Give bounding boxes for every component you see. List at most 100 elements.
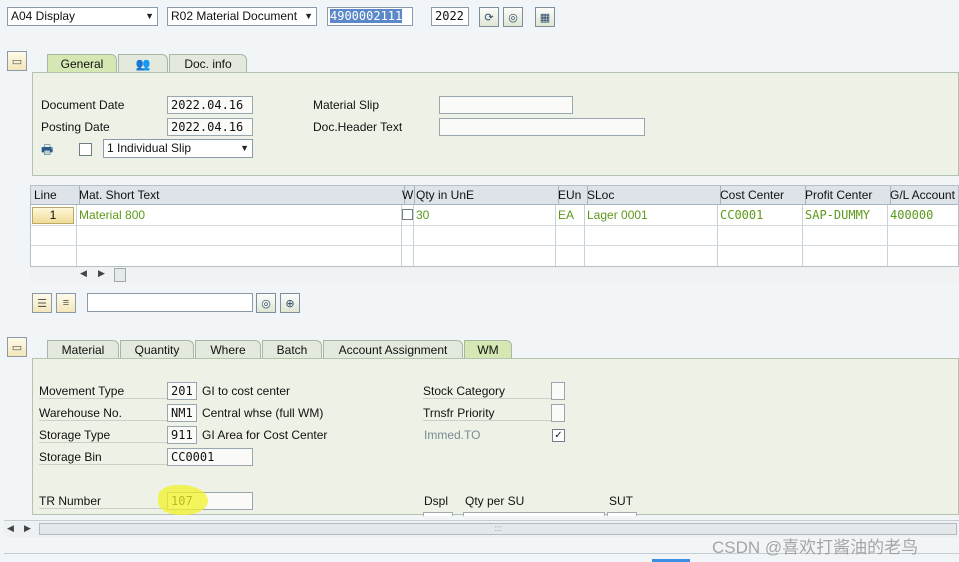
col-gl-account[interactable]: G/L Account: [887, 186, 959, 205]
tab-quantity-label: Quantity: [134, 343, 180, 357]
collapse-header-button[interactable]: ▭: [7, 51, 27, 71]
movement-type-value: 201: [171, 384, 193, 398]
col-cost-center[interactable]: Cost Center: [717, 186, 806, 205]
warehouse-no-value: NM1: [171, 406, 193, 420]
cell-w-checkbox[interactable]: [402, 209, 413, 220]
col-profit-center[interactable]: Profit Center: [802, 186, 891, 205]
scroll-right-icon[interactable]: ▶: [24, 523, 31, 534]
slip-type-dropdown[interactable]: 1 Individual Slip ▼: [103, 139, 253, 158]
grid-hscroll[interactable]: ◀ ▶: [30, 267, 959, 284]
tab-batch[interactable]: Batch: [262, 340, 322, 358]
tab-where[interactable]: Where: [195, 340, 261, 358]
movement-type-desc: GI to cost center: [202, 384, 291, 398]
tab-wm-label: WM: [477, 343, 499, 357]
tab-wm[interactable]: WM: [464, 340, 512, 358]
doc-header-text-field[interactable]: [439, 118, 645, 136]
document-date-value: 2022.04.16: [171, 98, 244, 112]
select-all-button[interactable]: ☰: [32, 293, 52, 313]
sut-label: SUT: [609, 494, 633, 508]
scroll-left-icon[interactable]: ◀: [80, 268, 87, 279]
transfer-priority-field[interactable]: [551, 404, 565, 422]
document-number-value: 4900002111: [330, 9, 403, 23]
sut-field[interactable]: [607, 512, 637, 516]
doc-header-text-label: Doc.Header Text: [313, 120, 403, 134]
collapse-item-button[interactable]: ▭: [7, 337, 27, 357]
execute-button[interactable]: ⟳: [479, 7, 499, 27]
qty-per-su-field[interactable]: [463, 512, 605, 516]
cell-sloc[interactable]: Lager 0001: [584, 206, 720, 225]
tab-general[interactable]: General: [47, 54, 117, 72]
slip-type-value: 1 Individual Slip: [107, 141, 192, 155]
cell-eun[interactable]: EA: [555, 206, 587, 225]
scroll-left-icon[interactable]: ◀: [7, 523, 14, 534]
action-dropdown[interactable]: A04 Display ▼: [7, 7, 158, 26]
warehouse-no-label: Warehouse No.: [39, 406, 167, 421]
find-button[interactable]: ◎: [503, 7, 523, 27]
col-sloc[interactable]: SLoc: [584, 186, 721, 205]
tr-number-label: TR Number: [39, 494, 167, 509]
scroll-thumb[interactable]: [114, 268, 126, 282]
qty-per-su-label: Qty per SU: [465, 494, 525, 508]
people-icon: 👥: [135, 57, 151, 71]
storage-bin-field[interactable]: CC0001: [167, 448, 253, 466]
storage-type-field[interactable]: 911: [167, 426, 197, 444]
grid-icon: ▦: [539, 11, 551, 24]
execute-icon: ⟳: [484, 11, 494, 24]
storage-bin-label: Storage Bin: [39, 450, 167, 465]
tab-account-assignment[interactable]: Account Assignment: [323, 340, 463, 358]
tab-material[interactable]: Material: [47, 340, 119, 358]
posting-date-field[interactable]: 2022.04.16: [167, 118, 253, 136]
col-qty[interactable]: Qty in UnE: [413, 186, 559, 205]
grid-header: Line Mat. Short Text W Qty in UnE EUn SL…: [31, 186, 958, 205]
cell-qty[interactable]: 30: [413, 206, 558, 225]
cell-profit-center[interactable]: SAP-DUMMY: [802, 206, 890, 225]
warehouse-no-desc: Central whse (full WM): [202, 406, 324, 420]
document-date-field[interactable]: 2022.04.16: [167, 96, 253, 114]
print-checkbox[interactable]: [79, 143, 92, 156]
immediate-to-checkbox[interactable]: ✓: [552, 429, 565, 442]
deselect-all-icon: ≡: [62, 297, 70, 309]
cell-cost-center[interactable]: CC0001: [717, 206, 805, 225]
tab-doc-info[interactable]: Doc. info: [169, 54, 247, 72]
storage-type-value: 911: [171, 428, 193, 442]
item-grid: Line Mat. Short Text W Qty in UnE EUn SL…: [30, 185, 959, 267]
binoculars-icon: ◎: [261, 297, 271, 310]
cell-mat-text[interactable]: Material 800: [76, 206, 404, 225]
list-button[interactable]: ▦: [535, 7, 555, 27]
tab-quantity[interactable]: Quantity: [120, 340, 194, 358]
movement-type-field[interactable]: 201: [167, 382, 197, 400]
reference-dropdown[interactable]: R02 Material Document ▼: [167, 7, 317, 26]
find-in-grid-button[interactable]: ◎: [256, 293, 276, 313]
col-line[interactable]: Line: [31, 186, 80, 205]
dspl-field[interactable]: [423, 512, 453, 516]
tab-batch-label: Batch: [276, 343, 308, 357]
checkmark-icon: ✓: [554, 430, 563, 441]
chevron-down-icon: ▼: [304, 11, 313, 21]
select-all-icon: ☰: [37, 297, 47, 310]
scroll-right-icon[interactable]: ▶: [98, 268, 105, 279]
tab-general-label: General: [60, 57, 104, 71]
table-row-selector[interactable]: 1: [32, 207, 74, 224]
stock-category-label: Stock Category: [423, 384, 551, 399]
transfer-priority-label: Trnsfr Priority: [423, 406, 551, 421]
material-slip-field[interactable]: [439, 96, 573, 114]
tr-number-value: 107: [171, 494, 193, 508]
document-date-label: Document Date: [41, 98, 125, 112]
tab-material-label: Material: [61, 343, 105, 357]
storage-type-label: Storage Type: [39, 428, 167, 443]
printer-icon[interactable]: 🖶: [41, 141, 59, 157]
deselect-all-button[interactable]: ≡: [56, 293, 76, 313]
watermark: CSDN @喜欢打酱油的老鸟: [712, 538, 919, 557]
tr-number-field[interactable]: 107: [167, 492, 253, 510]
warehouse-no-field[interactable]: NM1: [167, 404, 197, 422]
posting-date-value: 2022.04.16: [171, 120, 244, 134]
document-number-field[interactable]: 4900002111: [327, 7, 413, 26]
tab-partners[interactable]: 👥: [118, 54, 168, 72]
year-field[interactable]: 2022: [431, 7, 469, 26]
stock-category-field[interactable]: [551, 382, 565, 400]
find-next-button[interactable]: ⊕: [280, 293, 300, 313]
tab-account-assignment-label: Account Assignment: [338, 343, 448, 357]
col-mat-short-text[interactable]: Mat. Short Text: [76, 186, 405, 205]
cell-gl-account[interactable]: 400000: [887, 206, 959, 225]
grid-search-input[interactable]: [87, 293, 253, 312]
